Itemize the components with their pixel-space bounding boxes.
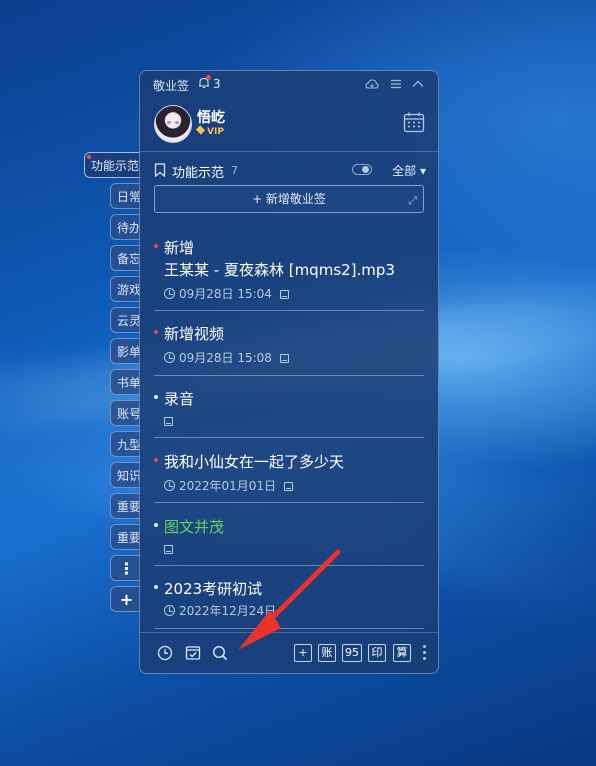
note-item[interactable]: 2023考研初试 2022年12月24日 bbox=[154, 578, 424, 622]
note-item[interactable]: 我和小仙女在一起了多少天 2022年01月01日 bbox=[154, 451, 424, 495]
bookmark-icon bbox=[154, 163, 166, 177]
side-tab[interactable]: 游戏 bbox=[110, 276, 142, 302]
note-title: 我和小仙女在一起了多少天 bbox=[164, 453, 345, 471]
attachment-icon bbox=[279, 290, 289, 299]
diamond-icon bbox=[195, 125, 206, 135]
bottom-toolbar: + 账 95 印 算 bbox=[140, 632, 438, 673]
side-tab[interactable]: 重要 bbox=[110, 524, 142, 550]
note-status-dot bbox=[154, 330, 158, 334]
username: 悟屹 bbox=[197, 110, 225, 126]
clock-icon bbox=[164, 352, 175, 363]
note-time: 09月28日 15:08 bbox=[179, 351, 272, 365]
print-button[interactable]: 印 bbox=[368, 644, 386, 662]
note-status-dot bbox=[154, 523, 158, 527]
view-toggle[interactable] bbox=[352, 164, 372, 175]
calendar-icon[interactable] bbox=[403, 111, 425, 133]
side-tab[interactable]: 账号 bbox=[110, 400, 142, 426]
note-title: 2023考研初试 bbox=[164, 580, 263, 598]
menu-icon[interactable] bbox=[389, 77, 403, 91]
divider bbox=[140, 151, 438, 152]
clock-icon bbox=[164, 605, 175, 616]
vip-badge: VIP bbox=[195, 125, 224, 137]
note-item[interactable]: 图文并茂 bbox=[154, 516, 424, 558]
expand-icon[interactable]: ⤢ bbox=[408, 188, 417, 214]
note-status-dot bbox=[154, 244, 158, 248]
desktop: { "app": { "title": "敬业签", "notification… bbox=[0, 0, 596, 766]
category-name: 功能示范 bbox=[172, 166, 225, 181]
note-status-dot bbox=[154, 585, 158, 589]
nine-five-button[interactable]: 95 bbox=[342, 644, 362, 662]
filter-dropdown[interactable]: 全部 ▾ bbox=[392, 162, 426, 179]
attachment-icon bbox=[284, 482, 294, 491]
note-item[interactable]: 新增视频 09月28日 15:08 bbox=[154, 323, 424, 367]
note-status-dot bbox=[154, 395, 158, 399]
note-meta: 09月28日 15:04 bbox=[164, 285, 289, 301]
side-tab[interactable]: 云灵 bbox=[110, 307, 142, 333]
more-dot bbox=[423, 645, 426, 648]
clock-icon bbox=[164, 288, 175, 299]
chevron-up-icon[interactable] bbox=[411, 77, 425, 91]
side-tab[interactable]: 影单 bbox=[110, 338, 142, 364]
add-note-label: + 新增敬业签 bbox=[252, 192, 326, 206]
note-panel: 敬业签 3 悟屹 VIP 功能示范 7 全部 ▾ + 新增敬业签 ⤢ 新增 王某… bbox=[139, 70, 439, 674]
note-divider bbox=[154, 375, 424, 376]
note-meta: 09月28日 15:08 bbox=[164, 349, 289, 365]
side-tab[interactable]: 待办 bbox=[110, 214, 142, 240]
more-icon[interactable] bbox=[423, 645, 426, 661]
add-note-button[interactable]: + 新增敬业签 ⤢ bbox=[154, 185, 424, 213]
clock-icon bbox=[164, 480, 175, 491]
avatar-detail bbox=[167, 121, 171, 124]
side-tab[interactable]: 日常 bbox=[110, 183, 142, 209]
note-title: 新增 bbox=[164, 239, 195, 257]
side-tab[interactable]: 书单 bbox=[110, 369, 142, 395]
category-header: 功能示范 7 全部 ▾ bbox=[154, 161, 426, 181]
app-title: 敬业签 bbox=[153, 79, 190, 93]
cloud-icon[interactable] bbox=[365, 77, 379, 91]
note-meta bbox=[164, 542, 173, 556]
attachment-icon bbox=[164, 417, 173, 426]
add-tab-button[interactable]: + bbox=[110, 586, 142, 612]
note-divider bbox=[154, 502, 424, 503]
note-time: 2022年12月24日 bbox=[179, 604, 277, 618]
note-divider bbox=[154, 565, 424, 566]
note-divider bbox=[154, 437, 424, 438]
notification-dot bbox=[206, 75, 211, 80]
calculator-button[interactable]: 算 bbox=[393, 644, 411, 662]
note-title: 图文并茂 bbox=[164, 518, 225, 536]
add-button[interactable]: + bbox=[294, 644, 312, 662]
note-divider bbox=[154, 310, 424, 311]
checkbox-icon[interactable] bbox=[185, 645, 201, 661]
note-title: 录音 bbox=[164, 390, 195, 408]
more-dot bbox=[423, 657, 426, 660]
title-bar[interactable]: 敬业签 3 bbox=[140, 71, 438, 97]
side-tab[interactable]: 九型 bbox=[110, 431, 142, 457]
avatar-detail bbox=[175, 121, 179, 124]
avatar[interactable] bbox=[154, 105, 192, 143]
side-tab[interactable]: 备忘 bbox=[110, 245, 142, 271]
note-subtitle: 王某某 - 夏夜森林 [mqms2].mp3 bbox=[164, 261, 395, 279]
note-time: 09月28日 15:04 bbox=[179, 287, 272, 301]
side-tab[interactable]: 重要 bbox=[110, 493, 142, 519]
note-meta bbox=[164, 414, 173, 428]
search-icon[interactable] bbox=[212, 645, 228, 661]
vip-label: VIP bbox=[207, 127, 224, 137]
category-count: 7 bbox=[231, 164, 238, 177]
note-meta: 2022年12月24日 bbox=[164, 602, 277, 618]
note-meta: 2022年01月01日 bbox=[164, 477, 294, 493]
more-dot bbox=[423, 651, 426, 654]
account-button[interactable]: 账 bbox=[318, 644, 336, 662]
note-divider bbox=[154, 628, 424, 629]
note-time: 2022年01月01日 bbox=[179, 479, 277, 493]
more-tabs-button[interactable]: ⋮ bbox=[110, 555, 142, 581]
note-title: 新增视频 bbox=[164, 325, 225, 343]
attachment-icon bbox=[279, 354, 289, 363]
notification-count[interactable]: 3 bbox=[213, 77, 221, 91]
side-tab[interactable]: 知识 bbox=[110, 462, 142, 488]
attachment-icon bbox=[164, 545, 173, 554]
side-tab-active[interactable]: 功能示范 bbox=[84, 152, 142, 178]
note-status-dot bbox=[154, 458, 158, 462]
note-item[interactable]: 录音 bbox=[154, 388, 424, 430]
note-item[interactable]: 新增 王某某 - 夏夜森林 [mqms2].mp3 09月28日 15:04 bbox=[154, 237, 424, 303]
clock-icon[interactable] bbox=[157, 645, 173, 661]
